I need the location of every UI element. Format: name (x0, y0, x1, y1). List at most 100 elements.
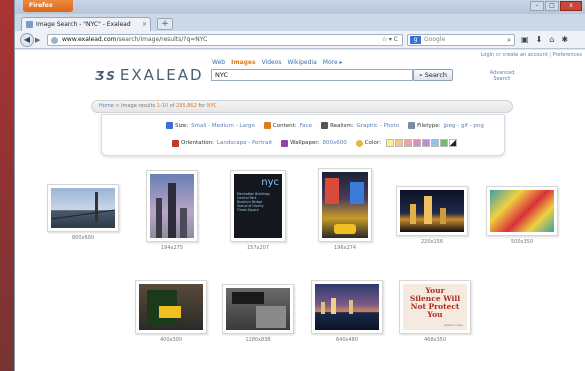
back-button[interactable]: ◀ (20, 33, 34, 47)
result-thumbnail[interactable] (486, 186, 558, 236)
image-dimensions: 196x274 (333, 245, 357, 251)
breadcrumb: Home > Image results 1-10 of 295,862 for… (91, 100, 513, 113)
search-icon[interactable]: ⌕ (507, 35, 511, 45)
result-item[interactable]: 1280x838 (222, 284, 294, 343)
result-range: 1-10 (156, 103, 169, 109)
download-icon[interactable]: ⬇ (536, 34, 543, 46)
forward-button[interactable]: ▶ (35, 35, 45, 45)
result-item[interactable]: 500x350 (486, 186, 558, 245)
advanced-search-link[interactable]: Advanced Search (485, 70, 519, 82)
image-dimensions: 500x350 (510, 239, 534, 245)
result-item[interactable]: 220x156 (396, 186, 468, 245)
globe-icon (51, 37, 58, 44)
tab-image-search[interactable]: Image Search - "NYC" - Exalead × (21, 17, 151, 31)
maximize-button[interactable]: □ (545, 1, 559, 11)
color-swatch-orange[interactable] (394, 139, 403, 147)
colorful-image (490, 190, 554, 232)
image-dimensions: 400x300 (159, 337, 183, 343)
breadcrumb-home[interactable]: Home (99, 103, 114, 109)
tab-videos[interactable]: Videos (262, 59, 282, 66)
result-thumbnail[interactable] (146, 170, 198, 242)
tab-web[interactable]: Web (212, 59, 225, 66)
firefox-menu-button[interactable]: Firefox (23, 0, 73, 12)
filter-wallpaper[interactable]: 800x600 (322, 140, 346, 146)
search-input[interactable]: NYC (211, 69, 413, 81)
image-dimensions: 1280x838 (245, 337, 271, 343)
filter-content-face[interactable]: Face (300, 123, 312, 129)
new-tab-button[interactable]: + (157, 18, 173, 30)
preferences-link[interactable]: Preferences (553, 52, 582, 58)
search-engine-name: Google (424, 36, 446, 43)
tab-close-icon[interactable]: × (142, 18, 147, 31)
result-item[interactable]: 640x480 (311, 280, 383, 343)
result-thumbnail[interactable] (47, 184, 119, 232)
color-swatch-blue[interactable] (430, 139, 439, 147)
account-links: Login or create an account | Preferences (480, 52, 582, 58)
result-item[interactable]: nyc Manhattan Buildings Central Park Bro… (230, 170, 286, 251)
tab-more[interactable]: More ▸ (323, 59, 343, 66)
result-item[interactable]: Your Silence Will Not Protect You Audre … (399, 280, 471, 343)
bookmarks-icon[interactable]: ▣ (521, 34, 529, 46)
window-controls: – □ x (530, 1, 582, 11)
browser-search-box[interactable]: g Google ⌕ (407, 34, 515, 46)
close-window-button[interactable]: x (560, 1, 582, 11)
addon-icon[interactable]: ✱ (561, 34, 568, 46)
result-thumbnail[interactable] (222, 284, 294, 334)
image-dimensions: 640x480 (335, 337, 359, 343)
color-swatch-yellow[interactable] (385, 139, 394, 147)
search-tabs: Web Images Videos Wikipedia More ▸ (212, 59, 343, 66)
home-icon[interactable]: ⌂ (549, 34, 554, 46)
create-account-link[interactable]: create an account (503, 52, 548, 58)
filter-row-1: Size: Small - Medium - Large Content: Fa… (166, 122, 493, 129)
tab-title: Image Search - "NYC" - Exalead (36, 21, 131, 28)
url-path: /search/image/results/?q=NYC (116, 36, 208, 43)
image-dimensions: 220x156 (420, 239, 444, 245)
desktop-background (0, 0, 14, 371)
filter-filetype[interactable]: jpeg - gif - png (444, 123, 484, 129)
address-bar[interactable]: www.exalead.com/search/image/results/?q=… (47, 34, 403, 46)
image-dimensions: 194x275 (160, 245, 184, 251)
result-thumbnail[interactable] (135, 280, 207, 334)
result-thumbnail[interactable] (311, 280, 383, 334)
color-swatch-purple[interactable] (421, 139, 430, 147)
color-swatches (385, 139, 457, 147)
search-button[interactable]: ⌕ Search (413, 69, 453, 81)
result-item[interactable]: 400x300 (135, 280, 207, 343)
result-item[interactable]: 800x600 (47, 184, 119, 241)
size-icon (166, 122, 173, 129)
filter-orientation[interactable]: Landscape - Portrait (217, 140, 272, 146)
filetype-icon (408, 122, 416, 129)
login-link[interactable]: Login (481, 52, 495, 58)
result-thumbnail[interactable]: Your Silence Will Not Protect You Audre … (399, 280, 471, 334)
google-icon: g (410, 36, 421, 44)
tab-strip: Image Search - "NYC" - Exalead × + (15, 14, 585, 31)
color-icon (355, 139, 363, 147)
filter-size[interactable]: Small - Medium - Large (191, 123, 255, 129)
harbor-image (315, 284, 379, 330)
exalead-logo[interactable]: ƷS EXALEAD (95, 66, 204, 84)
logo-text: EXALEAD (119, 66, 204, 84)
minimize-button[interactable]: – (530, 1, 544, 11)
result-thumbnail[interactable] (318, 168, 372, 242)
result-thumbnail[interactable] (396, 186, 468, 236)
url-actions[interactable]: ☆ ▾ C (382, 35, 398, 45)
result-thumbnail[interactable]: nyc Manhattan Buildings Central Park Bro… (230, 170, 286, 242)
skyline-image (150, 174, 194, 238)
page-content: Login or create an account | Preferences… (15, 50, 585, 371)
quote-image: Your Silence Will Not Protect You Audre … (403, 284, 467, 330)
result-item[interactable]: 194x275 (146, 170, 198, 251)
tab-images[interactable]: Images (231, 59, 255, 66)
times-square-image (322, 172, 368, 238)
color-swatch-red[interactable] (403, 139, 412, 147)
image-dimensions: 800x600 (71, 235, 95, 241)
bridge-image (51, 188, 115, 228)
color-swatch-green[interactable] (439, 139, 448, 147)
nyc-poster-image: nyc Manhattan Buildings Central Park Bro… (234, 174, 282, 238)
breadcrumb-query: NYC (206, 103, 217, 109)
tab-wikipedia[interactable]: Wikipedia (288, 59, 317, 66)
filter-realism[interactable]: Graphic - Photo (357, 123, 400, 129)
color-swatch-bw[interactable] (448, 139, 457, 147)
result-item[interactable]: 196x274 (318, 168, 372, 251)
browser-window: Firefox – □ x Image Search - "NYC" - Exa… (14, 0, 585, 371)
color-swatch-pink[interactable] (412, 139, 421, 147)
